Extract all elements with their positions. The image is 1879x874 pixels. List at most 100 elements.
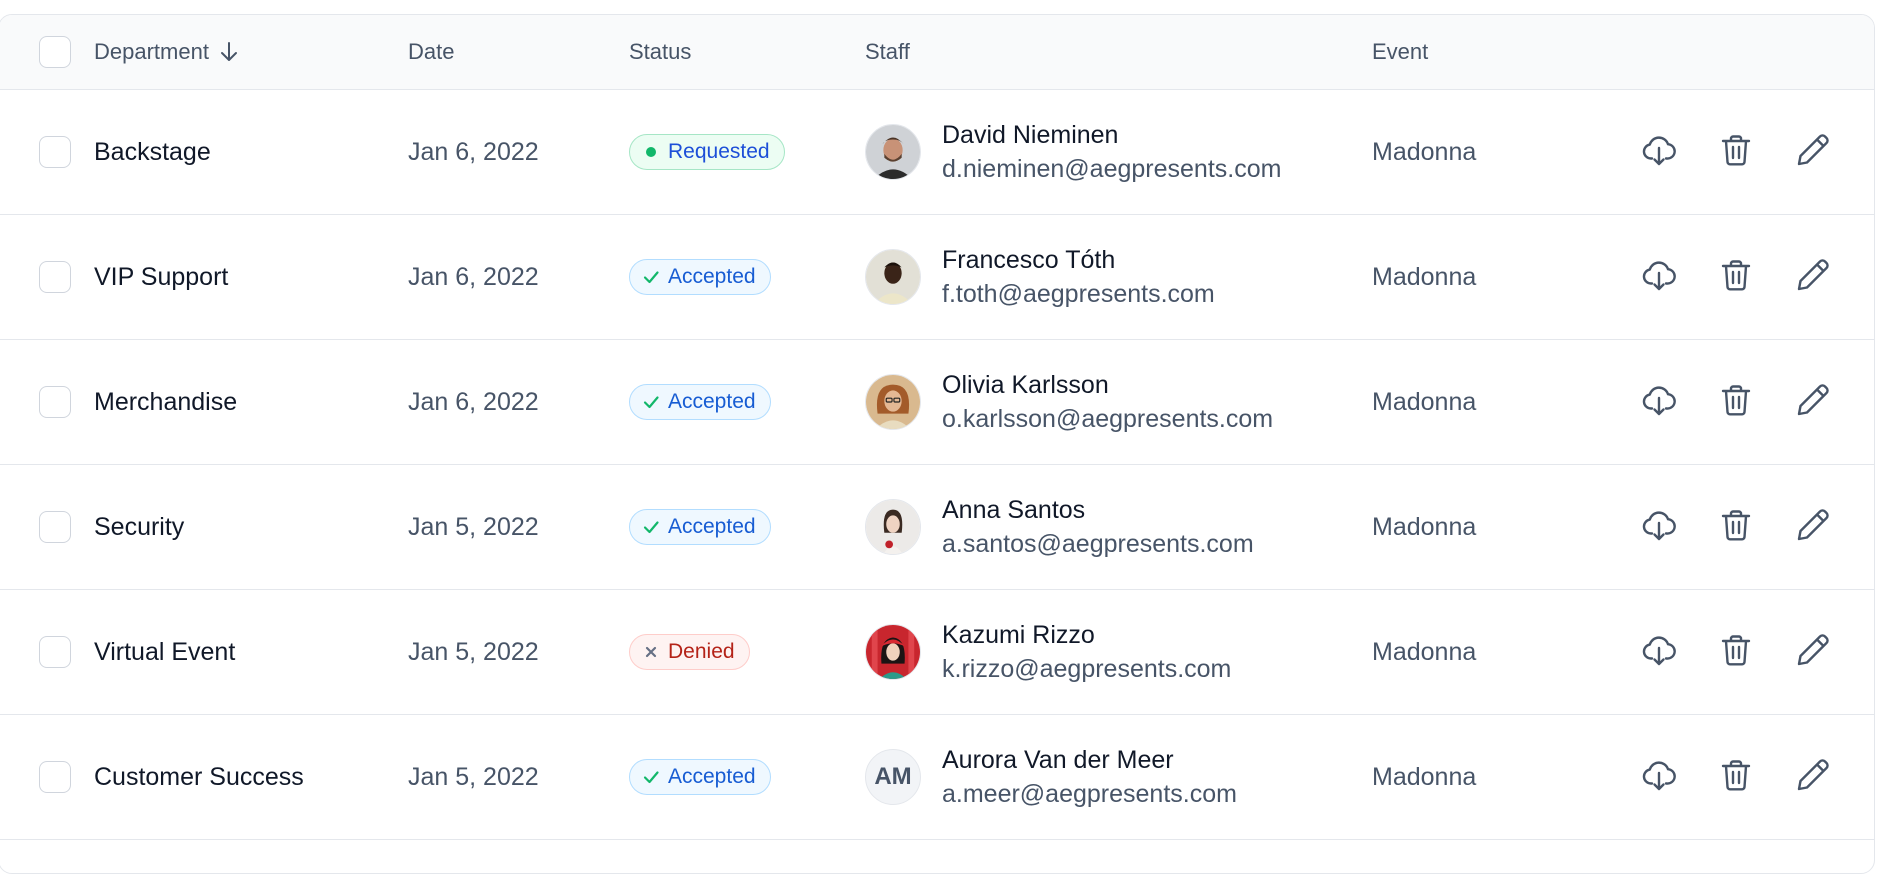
status-label: Accepted xyxy=(668,390,756,413)
date-value: Jan 5, 2022 xyxy=(408,637,539,666)
staff-name: David Nieminen xyxy=(942,121,1119,149)
status-badge: Accepted xyxy=(629,759,771,795)
staff-name: Francesco Tóth xyxy=(942,246,1116,274)
department-header-label: Department xyxy=(94,39,209,64)
delete-button[interactable] xyxy=(1716,507,1756,547)
edit-button[interactable] xyxy=(1793,382,1833,422)
date-value: Jan 6, 2022 xyxy=(408,137,539,166)
status-label: Accepted xyxy=(668,765,756,788)
download-button[interactable] xyxy=(1639,507,1679,547)
staff-email: f.toth@aegpresents.com xyxy=(942,280,1215,308)
avatar: AM xyxy=(865,749,921,805)
status-badge: Denied xyxy=(629,634,750,670)
x-icon xyxy=(642,643,660,661)
status-label: Requested xyxy=(668,140,770,163)
staff-email: o.karlsson@aegpresents.com xyxy=(942,405,1274,433)
edit-button[interactable] xyxy=(1793,132,1833,172)
department-name: Merchandise xyxy=(94,387,238,416)
staff-name: Kazumi Rizzo xyxy=(942,621,1095,649)
edit-button[interactable] xyxy=(1793,257,1833,297)
status-header-label[interactable]: Status xyxy=(629,39,691,65)
download-button[interactable] xyxy=(1639,382,1679,422)
check-icon xyxy=(642,518,660,536)
trash-icon xyxy=(1718,632,1754,673)
status-badge: Accepted xyxy=(629,509,771,545)
download-button[interactable] xyxy=(1639,757,1679,797)
staff-name: Aurora Van der Meer xyxy=(942,746,1174,774)
delete-button[interactable] xyxy=(1716,257,1756,297)
status-badge: Accepted xyxy=(629,259,771,295)
staff-email: k.rizzo@aegpresents.com xyxy=(942,655,1232,683)
event-name: Madonna xyxy=(1372,137,1477,166)
status-label: Accepted xyxy=(668,515,756,538)
pencil-icon xyxy=(1795,132,1831,173)
status-label: Accepted xyxy=(668,265,756,288)
delete-button[interactable] xyxy=(1716,382,1756,422)
staff-name: Olivia Karlsson xyxy=(942,371,1109,399)
edit-button[interactable] xyxy=(1793,632,1833,672)
table-row[interactable]: Customer Success Jan 5, 2022 Accepted AM… xyxy=(0,715,1874,840)
department-name: Virtual Event xyxy=(94,637,236,666)
avatar xyxy=(865,499,921,555)
avatar xyxy=(865,124,921,180)
edit-button[interactable] xyxy=(1793,757,1833,797)
row-checkbox[interactable] xyxy=(39,511,71,543)
row-checkbox[interactable] xyxy=(39,386,71,418)
cloud-download-icon xyxy=(1641,507,1677,548)
table-row[interactable]: Merchandise Jan 6, 2022 Accepted Olivia … xyxy=(0,340,1874,465)
edit-button[interactable] xyxy=(1793,507,1833,547)
pencil-icon xyxy=(1795,257,1831,298)
event-header-label[interactable]: Event xyxy=(1372,39,1428,65)
download-button[interactable] xyxy=(1639,132,1679,172)
event-name: Madonna xyxy=(1372,387,1477,416)
select-all-checkbox[interactable] xyxy=(39,36,71,68)
table-row[interactable]: Virtual Event Jan 5, 2022 Denied Kazumi … xyxy=(0,590,1874,715)
trash-icon xyxy=(1718,257,1754,298)
delete-button[interactable] xyxy=(1716,757,1756,797)
department-column-header[interactable]: Department xyxy=(94,15,239,89)
download-button[interactable] xyxy=(1639,257,1679,297)
date-header-label[interactable]: Date xyxy=(408,39,454,65)
delete-button[interactable] xyxy=(1716,132,1756,172)
date-value: Jan 5, 2022 xyxy=(408,512,539,541)
table-row[interactable]: Backstage Jan 6, 2022 Requested David Ni… xyxy=(0,90,1874,215)
event-name: Madonna xyxy=(1372,512,1477,541)
department-name: Customer Success xyxy=(94,762,304,791)
table-row[interactable]: Security Jan 5, 2022 Accepted Anna Santo… xyxy=(0,465,1874,590)
row-checkbox[interactable] xyxy=(39,136,71,168)
cloud-download-icon xyxy=(1641,632,1677,673)
status-badge: Accepted xyxy=(629,384,771,420)
department-name: VIP Support xyxy=(94,262,229,291)
row-checkbox[interactable] xyxy=(39,261,71,293)
staff-name: Anna Santos xyxy=(942,496,1086,524)
cloud-download-icon xyxy=(1641,132,1677,173)
table-header: Department Date Status Staff Event xyxy=(0,15,1874,90)
event-name: Madonna xyxy=(1372,762,1477,791)
staff-table: Department Date Status Staff Event Backs… xyxy=(0,14,1875,874)
arrow-down-icon xyxy=(219,41,239,63)
date-value: Jan 6, 2022 xyxy=(408,262,539,291)
delete-button[interactable] xyxy=(1716,632,1756,672)
trash-icon xyxy=(1718,382,1754,423)
date-value: Jan 6, 2022 xyxy=(408,387,539,416)
table-row[interactable]: VIP Support Jan 6, 2022 Accepted Frances… xyxy=(0,215,1874,340)
cloud-download-icon xyxy=(1641,757,1677,798)
check-icon xyxy=(642,268,660,286)
date-value: Jan 5, 2022 xyxy=(408,762,539,791)
cloud-download-icon xyxy=(1641,257,1677,298)
department-name: Security xyxy=(94,512,185,541)
event-name: Madonna xyxy=(1372,262,1477,291)
cloud-download-icon xyxy=(1641,382,1677,423)
trash-icon xyxy=(1718,757,1754,798)
staff-email: a.meer@aegpresents.com xyxy=(942,780,1237,808)
row-checkbox[interactable] xyxy=(39,761,71,793)
department-name: Backstage xyxy=(94,137,211,166)
staff-email: a.santos@aegpresents.com xyxy=(942,530,1254,558)
pencil-icon xyxy=(1795,382,1831,423)
trash-icon xyxy=(1718,132,1754,173)
status-dot-icon xyxy=(642,143,660,161)
row-checkbox[interactable] xyxy=(39,636,71,668)
staff-header-label[interactable]: Staff xyxy=(865,39,910,65)
download-button[interactable] xyxy=(1639,632,1679,672)
table-body: Backstage Jan 6, 2022 Requested David Ni… xyxy=(0,90,1874,840)
